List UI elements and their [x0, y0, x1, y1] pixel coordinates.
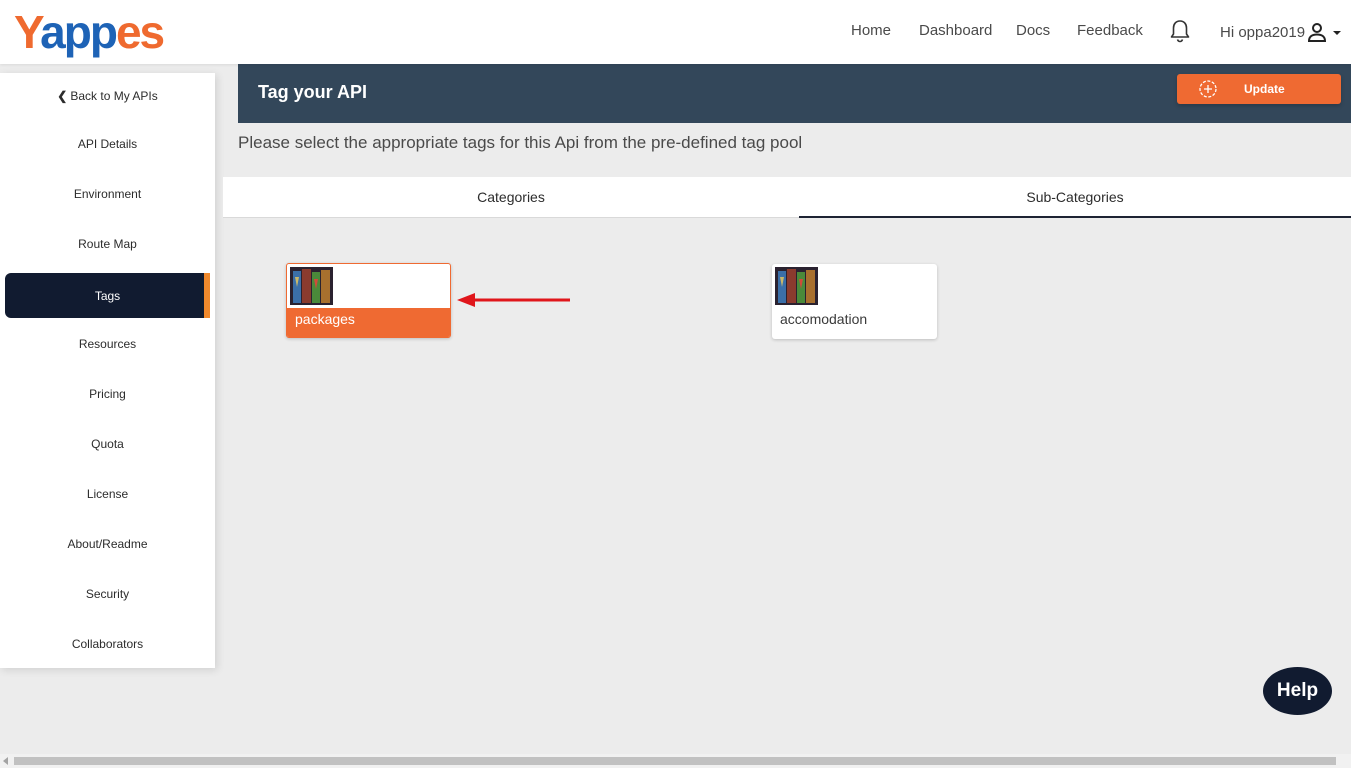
tag-card-packages[interactable]: packages [286, 263, 451, 338]
sidebar-item-security[interactable]: Security [5, 571, 210, 616]
user-greeting: Hi oppa2019 [1220, 23, 1306, 41]
help-label: Help [1276, 680, 1319, 701]
sidebar-item-environment[interactable]: Environment [5, 171, 210, 216]
sidebar-item-label: Security [85, 586, 130, 601]
page-header-banner: Tag your API Update [238, 64, 1351, 123]
sidebar-item-label: Route Map [78, 236, 137, 251]
tag-thumbnail-image [290, 267, 333, 305]
tag-label: packages [287, 308, 450, 337]
sidebar-item-license[interactable]: License [5, 471, 210, 516]
back-to-apis-link[interactable]: ❮ Back to My APIs [5, 73, 210, 118]
tag-tabs: Categories Sub-Categories [223, 177, 1351, 218]
page-title: Tag your API [258, 82, 368, 102]
sidebar-item-tags[interactable]: Tags [5, 273, 210, 318]
instruction-text: Please select the appropriate tags for t… [238, 133, 803, 152]
top-navbar: Yappes Home Dashboard Docs Feedback Hi o… [0, 0, 1351, 64]
sidebar-item-pricing[interactable]: Pricing [5, 371, 210, 416]
sidebar-item-resources[interactable]: Resources [5, 321, 210, 366]
tag-label: accomodation [780, 311, 868, 327]
horizontal-scrollbar[interactable] [0, 754, 1351, 768]
nav-feedback[interactable]: Feedback [1077, 22, 1143, 39]
caret-down-icon[interactable] [1330, 22, 1344, 42]
sidebar-item-label: Resources [78, 336, 137, 351]
sidebar-item-collaborators[interactable]: Collaborators [5, 621, 210, 666]
arrow-annotation-icon [457, 293, 570, 307]
logo-text-part2: ppes [63, 6, 165, 58]
tab-categories[interactable]: Categories [223, 177, 799, 218]
sidebar-item-api-details[interactable]: API Details [5, 121, 210, 166]
nav-home[interactable]: Home [851, 22, 891, 39]
tab-label: Categories [477, 189, 545, 205]
gear-plus-icon [1199, 80, 1217, 98]
tag-card-accomodation[interactable]: accomodation [772, 264, 937, 339]
tab-sub-categories[interactable]: Sub-Categories [799, 177, 1351, 218]
yappes-logo[interactable]: Yappes [14, 4, 165, 60]
tab-label: Sub-Categories [1026, 188, 1124, 205]
user-menu[interactable]: Hi oppa2019 [1220, 20, 1344, 44]
sidebar-item-route-map[interactable]: Route Map [5, 221, 210, 266]
sidebar-item-label: Tags [94, 288, 121, 303]
sidebar-item-label: Pricing [89, 386, 126, 401]
logo-text-part1: Ya [14, 6, 66, 58]
sidebar-item-about-readme[interactable]: About/Readme [5, 521, 210, 566]
sidebar-item-label: API Details [77, 136, 138, 151]
sidebar-item-label: About/Readme [67, 536, 148, 551]
scroll-left-arrow-icon[interactable] [3, 757, 8, 765]
sidebar-item-label: License [86, 486, 129, 501]
sidebar-item-label: Collaborators [71, 636, 144, 651]
sidebar-item-label: Quota [91, 436, 124, 451]
person-icon [1308, 23, 1327, 42]
nav-dashboard[interactable]: Dashboard [919, 22, 992, 39]
sidebar-item-label: Environment [73, 186, 142, 201]
scrollbar-thumb[interactable] [14, 757, 1336, 765]
bell-icon[interactable] [1168, 18, 1192, 44]
nav-docs[interactable]: Docs [1016, 22, 1050, 39]
tag-thumbnail-image [775, 267, 818, 305]
sidebar-item-quota[interactable]: Quota [5, 421, 210, 466]
chevron-left-icon: ❮ [57, 88, 68, 103]
help-button[interactable]: Help [1263, 667, 1332, 715]
update-button[interactable]: Update [1177, 74, 1341, 104]
update-button-label: Update [1244, 82, 1285, 96]
sidebar: ❮ Back to My APIs API Details Environmen… [0, 73, 215, 668]
back-label: Back to My APIs [70, 88, 158, 103]
